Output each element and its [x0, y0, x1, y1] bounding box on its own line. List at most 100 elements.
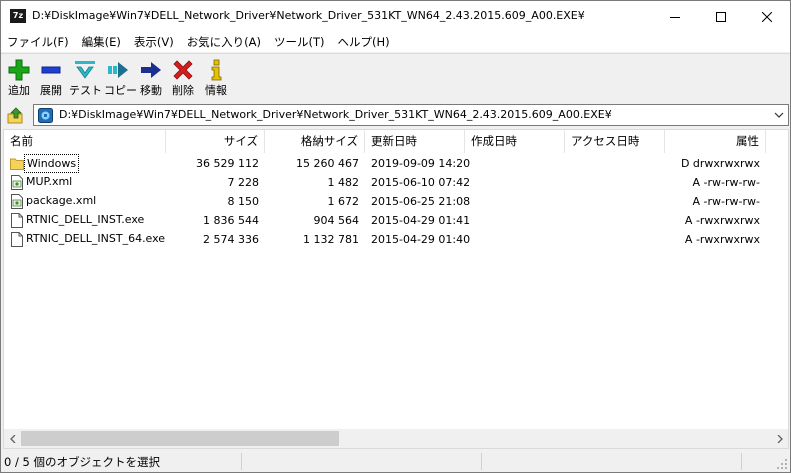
close-button[interactable]: [744, 1, 790, 32]
selection-status: 0 / 5 個のオブジェクトを選択: [4, 455, 160, 469]
maximize-icon: [716, 11, 726, 22]
copy-arrow-icon: [108, 62, 128, 78]
chevron-left-icon: [9, 434, 15, 443]
minimize-button[interactable]: [652, 1, 698, 32]
column-attributes[interactable]: 属性: [665, 130, 766, 153]
close-icon: [762, 11, 772, 22]
accessed-cell: [565, 230, 665, 249]
column-accessed[interactable]: アクセス日時: [565, 130, 665, 153]
chevron-down-icon[interactable]: [774, 110, 784, 120]
accessed-cell: [565, 154, 665, 173]
status-divider: [741, 453, 742, 470]
size-cell: 7 228: [227, 176, 260, 189]
attributes-cell: A -rw-rw-rw-: [692, 195, 760, 208]
status-divider: [241, 453, 242, 470]
file-icon: [11, 232, 23, 247]
address-path: D:¥DiskImage¥Win7¥DELL_Network_Driver¥Ne…: [59, 108, 612, 121]
copy-button[interactable]: コピー: [104, 56, 137, 100]
file-name: RTNIC_DELL_INST_64.exe: [26, 232, 166, 245]
menu-file[interactable]: ファイル(F): [1, 32, 75, 52]
folder-up-icon: [7, 107, 23, 124]
folder-up-button[interactable]: [5, 105, 27, 127]
move-label: 移動: [140, 84, 162, 97]
minimize-icon: [670, 16, 680, 18]
delete-x-icon: [173, 60, 193, 80]
size-cell: 1 836 544: [203, 214, 259, 227]
extract-button[interactable]: 展開: [37, 56, 65, 100]
move-arrow-icon: [141, 62, 161, 78]
app-icon: 7z: [10, 9, 26, 23]
attributes-cell: D drwxrwxrwx: [680, 157, 760, 170]
horizontal-scrollbar[interactable]: [4, 429, 788, 448]
column-name[interactable]: 名前: [4, 130, 166, 153]
scroll-thumb[interactable]: [21, 431, 339, 446]
file-name: RTNIC_DELL_INST.exe: [26, 213, 145, 226]
menu-favorites[interactable]: お気に入り(A): [180, 32, 267, 52]
modified-cell: 2015-04-29 01:41: [371, 214, 471, 227]
test-label: テスト: [69, 84, 102, 97]
table-row[interactable]: package.xml 8 150 1 672 2015-06-25 21:08 A -…: [4, 192, 788, 211]
address-field[interactable]: D:¥DiskImage¥Win7¥DELL_Network_Driver¥Ne…: [33, 104, 789, 126]
column-packed-size[interactable]: 格納サイズ: [265, 130, 365, 153]
xml-file-icon: [11, 194, 23, 209]
modified-cell: 2015-06-25 21:08: [371, 195, 471, 208]
list-header: 名前 サイズ 格納サイズ 更新日時 作成日時 アクセス日時 属性: [4, 130, 788, 153]
extract-minus-icon: [41, 66, 61, 74]
move-button[interactable]: 移動: [137, 56, 165, 100]
attributes-cell: A -rw-rw-rw-: [692, 176, 760, 189]
status-bar: 0 / 5 個のオブジェクトを選択: [1, 451, 790, 472]
info-label: 情報: [205, 84, 227, 97]
column-created[interactable]: 作成日時: [465, 130, 565, 153]
menu-edit[interactable]: 編集(E): [75, 32, 127, 52]
delete-button[interactable]: 削除: [169, 56, 197, 100]
resize-grip-icon[interactable]: [776, 458, 788, 470]
delete-label: 削除: [172, 84, 194, 97]
packed-size-cell: 1 482: [327, 176, 360, 189]
created-cell: [465, 230, 565, 249]
packed-size-cell: 904 564: [313, 214, 360, 227]
table-row[interactable]: RTNIC_DELL_INST.exe 1 836 544 904 564 2015-…: [4, 211, 788, 230]
maximize-button[interactable]: [698, 1, 744, 32]
add-button[interactable]: 追加: [5, 56, 33, 100]
accessed-cell: [565, 173, 665, 192]
attributes-cell: A -rwxrwxrwx: [684, 214, 760, 227]
created-cell: [465, 154, 565, 173]
file-list[interactable]: 名前 サイズ 格納サイズ 更新日時 作成日時 アクセス日時 属性 Windows…: [3, 129, 789, 449]
column-size[interactable]: サイズ: [166, 130, 265, 153]
size-cell: 36 529 112: [196, 157, 259, 170]
scroll-right-button[interactable]: [771, 429, 788, 448]
window-title: D:¥DiskImage¥Win7¥DELL_Network_Driver¥Ne…: [32, 9, 585, 22]
menu-view[interactable]: 表示(V): [127, 32, 180, 52]
scroll-left-button[interactable]: [4, 429, 21, 448]
size-cell: 8 150: [227, 195, 260, 208]
copy-label: コピー: [104, 84, 137, 97]
modified-cell: 2019-09-09 14:20: [371, 157, 471, 170]
table-row[interactable]: MUP.xml 7 228 1 482 2015-06-10 07:42 A -rw-r…: [4, 173, 788, 192]
menu-tools[interactable]: ツール(T): [267, 32, 331, 52]
file-name: Windows: [24, 154, 80, 173]
add-label: 追加: [8, 84, 30, 97]
test-check-icon: [75, 61, 95, 79]
file-name: package.xml: [26, 194, 97, 207]
file-name: MUP.xml: [26, 175, 73, 188]
size-cell: 2 574 336: [203, 233, 259, 246]
table-row[interactable]: Windows 36 529 112 15 260 467 2019-09-09 14…: [4, 154, 788, 173]
extract-label: 展開: [40, 84, 62, 97]
created-cell: [465, 211, 565, 230]
menu-bar: ファイル(F) 編集(E) 表示(V) お気に入り(A) ツール(T) ヘルプ(…: [1, 32, 790, 52]
accessed-cell: [565, 192, 665, 211]
column-modified[interactable]: 更新日時: [365, 130, 465, 153]
address-row: D:¥DiskImage¥Win7¥DELL_Network_Driver¥Ne…: [1, 102, 790, 129]
menu-help[interactable]: ヘルプ(H): [331, 32, 396, 52]
archive-exe-icon: [38, 108, 53, 123]
toolbar: 追加 展開 テスト コピー 移動 削除 情報: [1, 53, 790, 102]
accessed-cell: [565, 211, 665, 230]
file-icon: [11, 213, 23, 228]
test-button[interactable]: テスト: [69, 56, 102, 100]
add-plus-icon: [8, 59, 30, 81]
modified-cell: 2015-04-29 01:40: [371, 233, 471, 246]
table-row[interactable]: RTNIC_DELL_INST_64.exe 2 574 336 1 132 781…: [4, 230, 788, 249]
created-cell: [465, 192, 565, 211]
info-button[interactable]: 情報: [202, 56, 230, 100]
chevron-right-icon: [777, 434, 783, 443]
